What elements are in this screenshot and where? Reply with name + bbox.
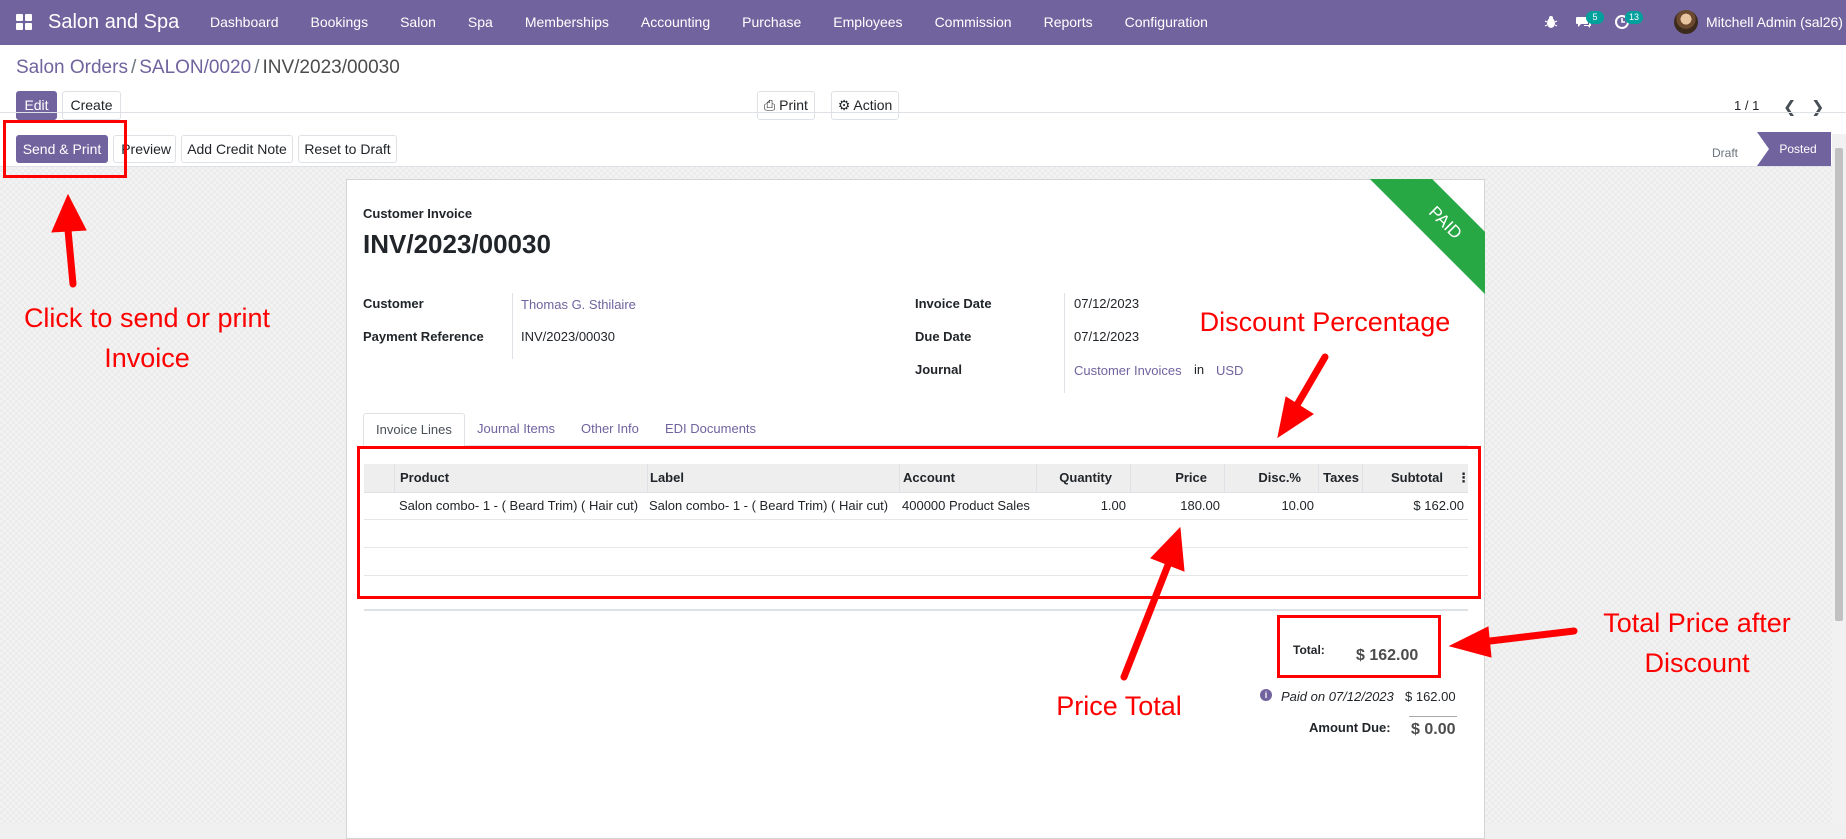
status-draft[interactable]: Draft — [1712, 140, 1738, 166]
main-menu: Dashboard Bookings Salon Spa Memberships… — [194, 0, 1224, 45]
menu-commission[interactable]: Commission — [919, 0, 1028, 45]
menu-salon[interactable]: Salon — [384, 0, 452, 45]
action-label: Action — [853, 97, 893, 113]
chat-badge: 5 — [1586, 11, 1604, 24]
journal-in-text: in — [1194, 362, 1205, 377]
status-posted-label: Posted — [1779, 142, 1817, 156]
user-avatar[interactable] — [1674, 10, 1698, 34]
reset-to-draft-button[interactable]: Reset to Draft — [298, 135, 397, 163]
tab-journal-items[interactable]: Journal Items — [465, 413, 567, 445]
add-credit-note-button[interactable]: Add Credit Note — [181, 135, 293, 163]
paid-ribbon-label: PAID — [1355, 179, 1485, 313]
paid-ribbon: PAID — [1348, 179, 1485, 320]
tab-invoice-lines[interactable]: Invoice Lines — [363, 413, 465, 447]
due-date-value: 07/12/2023 — [1074, 329, 1140, 344]
amount-due-value: $ 0.00 — [1411, 721, 1456, 738]
annotation-price-total: Price Total — [1056, 691, 1182, 721]
print-icon: ⎙ — [764, 97, 776, 113]
table-footer-line — [364, 609, 1468, 611]
menu-configuration[interactable]: Configuration — [1109, 0, 1224, 45]
customer-label: Customer — [363, 296, 424, 311]
menu-accounting[interactable]: Accounting — [625, 0, 726, 45]
invoice-type-label: Customer Invoice — [363, 206, 473, 221]
menu-purchase[interactable]: Purchase — [726, 0, 817, 45]
menu-spa[interactable]: Spa — [452, 0, 509, 45]
total-highlight-box — [1277, 615, 1441, 678]
customer-link[interactable]: Thomas G. Sthilaire — [521, 297, 636, 312]
invoice-date-value: 07/12/2023 — [1074, 296, 1140, 311]
amount-divider — [1409, 716, 1457, 717]
currency-link[interactable]: USD — [1216, 363, 1243, 378]
tab-edi-documents[interactable]: EDI Documents — [653, 413, 768, 445]
invoice-date-label: Invoice Date — [915, 296, 992, 311]
field-divider — [512, 293, 513, 359]
top-navbar: Salon and Spa Dashboard Bookings Salon S… — [0, 0, 1846, 45]
breadcrumb-salon-order[interactable]: SALON/0020 — [139, 57, 251, 78]
send-print-highlight-box — [3, 120, 127, 178]
info-icon[interactable]: i — [1260, 689, 1272, 701]
payment-reference-label: Payment Reference — [363, 329, 484, 344]
breadcrumb-separator: / — [130, 57, 137, 78]
app-title[interactable]: Salon and Spa — [48, 11, 179, 34]
due-date-label: Due Date — [915, 329, 972, 344]
breadcrumb-current: INV/2023/00030 — [262, 57, 400, 78]
menu-memberships[interactable]: Memberships — [509, 0, 625, 45]
apps-grid-icon[interactable] — [16, 14, 32, 30]
print-label: Print — [779, 97, 808, 113]
breadcrumb-salon-orders[interactable]: Salon Orders — [16, 57, 128, 78]
paid-on-text: Paid on 07/12/2023 — [1281, 689, 1394, 704]
menu-bookings[interactable]: Bookings — [295, 0, 385, 45]
journal-link[interactable]: Customer Invoices — [1074, 363, 1182, 378]
menu-dashboard[interactable]: Dashboard — [194, 0, 295, 45]
gear-icon: ⚙ — [837, 97, 851, 113]
pager-value[interactable]: 1 / 1 — [1734, 98, 1759, 113]
annotation-discount: Discount Percentage — [1199, 307, 1451, 337]
menu-reports[interactable]: Reports — [1028, 0, 1109, 45]
user-menu[interactable]: Mitchell Admin (sal26) — [1706, 0, 1843, 45]
activity-badge: 13 — [1625, 11, 1643, 24]
menu-employees[interactable]: Employees — [817, 0, 918, 45]
breadcrumb-separator: / — [254, 57, 260, 78]
bug-icon[interactable] — [1544, 15, 1558, 29]
annotation-total-after-discount: Total Price after Discount — [1603, 608, 1791, 678]
field-divider — [1064, 293, 1065, 393]
invoice-number-title: INV/2023/00030 — [363, 229, 551, 259]
paid-amount: $ 162.00 — [1405, 689, 1456, 704]
amount-due-label: Amount Due: — [1309, 720, 1391, 735]
journal-label: Journal — [915, 362, 962, 377]
scrollbar-thumb[interactable] — [1835, 148, 1843, 621]
tab-other-info[interactable]: Other Info — [569, 413, 651, 445]
payment-reference-value: INV/2023/00030 — [521, 329, 615, 344]
invoice-lines-highlight-box — [357, 446, 1481, 599]
annotation-send-print: Click to send or print Invoice — [23, 303, 271, 373]
breadcrumb: Salon Orders / SALON/0020/INV/2023/00030 — [16, 57, 400, 79]
